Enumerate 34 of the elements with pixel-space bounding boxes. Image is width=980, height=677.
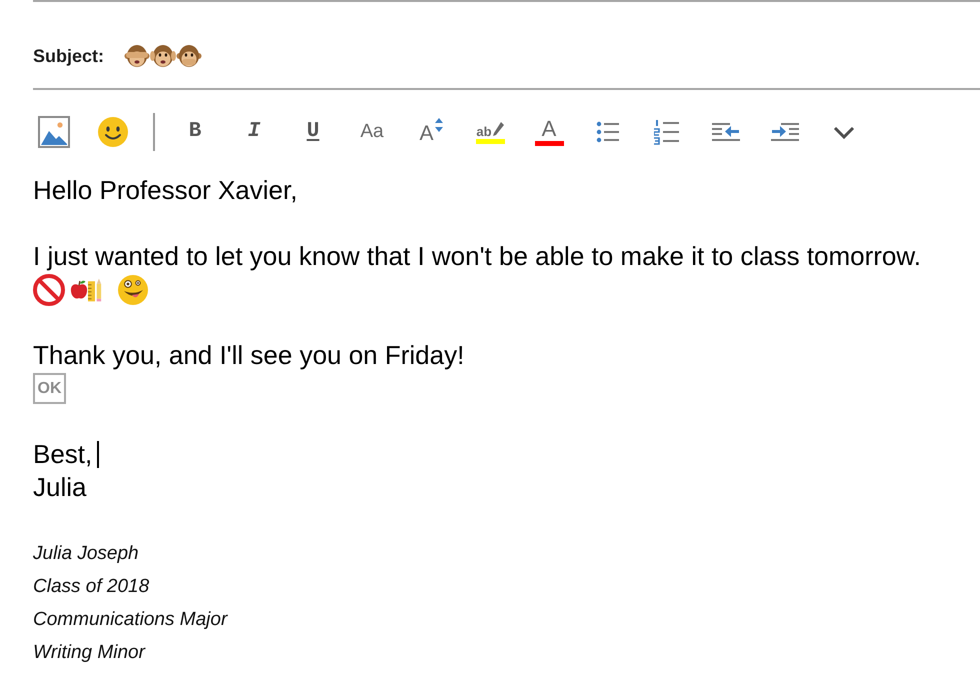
font-button[interactable]: Aa — [350, 112, 394, 152]
underline-button[interactable]: U — [291, 112, 335, 152]
insert-picture-icon — [38, 116, 70, 148]
monkey-covering-mouth-icon — [176, 44, 202, 68]
prohibited-sign-icon — [33, 274, 65, 306]
subject-label: Subject: — [33, 44, 104, 68]
bold-button[interactable]: B — [173, 112, 217, 152]
message-text: Best, — [33, 438, 92, 471]
bulleted-list-icon — [596, 120, 620, 144]
highlight-button[interactable]: ab — [468, 112, 512, 152]
signature-text: Communications Major — [33, 608, 228, 632]
smiley-face-icon — [98, 117, 128, 147]
message-text: Hello Professor Xavier, — [33, 174, 298, 207]
ok-symbol: OK — [33, 373, 66, 404]
apple-icon — [70, 280, 88, 300]
message-text: Julia — [33, 471, 86, 504]
message-text: I just wanted to let you know that I won't be able to make it to class tomorrow. — [33, 240, 921, 273]
signature-text: Class of 2018 — [33, 575, 150, 600]
chevron-down-icon — [833, 126, 855, 138]
italic-button[interactable]: I — [232, 112, 276, 152]
decrease-indent-icon — [712, 122, 740, 142]
signature-text: Julia Joseph — [33, 542, 139, 566]
message-text: Thank you, and I'll see you on Friday! — [33, 339, 464, 372]
up-down-arrows-icon — [434, 118, 442, 132]
monkey-covering-ears-icon — [150, 44, 176, 68]
font-color-button[interactable]: A — [527, 112, 571, 152]
zany-face-icon — [117, 274, 149, 306]
ruler-and-pencil-icon — [88, 278, 102, 302]
signature-text: Writing Minor — [33, 641, 145, 666]
increase-indent-icon — [771, 122, 799, 142]
font-size-button[interactable]: A — [409, 112, 453, 152]
numbered-list-icon — [654, 119, 680, 145]
pen-icon — [492, 122, 504, 138]
monkey-covering-eyes-icon — [124, 44, 150, 68]
